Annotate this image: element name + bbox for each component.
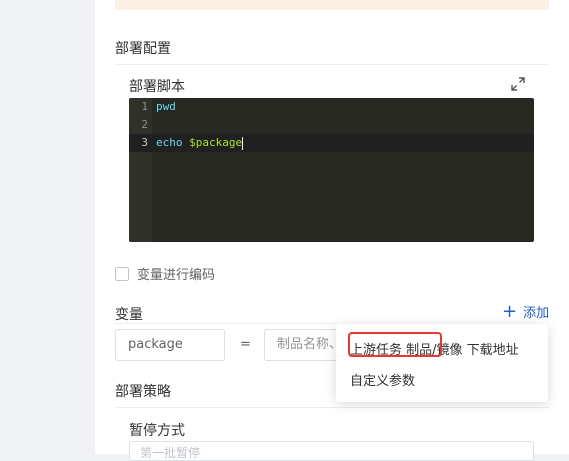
- add-variable-button[interactable]: + 添加: [502, 302, 549, 321]
- deploy-strategy-title: 部署策略: [115, 384, 171, 400]
- variable-name-input[interactable]: package: [115, 329, 225, 361]
- encode-variables-label: 变量进行编码: [137, 268, 216, 283]
- code-line-active[interactable]: 3 echo $package: [129, 134, 534, 152]
- pause-mode-value: 第一批暂停: [140, 446, 201, 460]
- dropdown-item-custom-param[interactable]: 自定义参数: [350, 370, 415, 389]
- text-cursor: [242, 136, 244, 150]
- add-label: 添加: [523, 306, 550, 321]
- equals-sign: =: [240, 337, 251, 352]
- section-divider: [115, 64, 549, 65]
- upstream-artifact-label: 上游任务 制品: [350, 343, 433, 358]
- variables-divider: [115, 323, 337, 324]
- deploy-config-title: 部署配置: [115, 41, 171, 57]
- variable-source-dropdown: 上游任务 制品/镜像 下载地址 自定义参数: [336, 324, 548, 402]
- variables-title: 变量: [115, 307, 143, 323]
- dropdown-item-upstream-artifact[interactable]: 上游任务 制品/镜像 下载地址: [350, 339, 519, 358]
- pause-mode-select[interactable]: 第一批暂停: [129, 441, 534, 461]
- line-number: 3: [141, 136, 148, 149]
- line-number: 1: [141, 100, 148, 113]
- image-download-label: /镜像 下载地址: [432, 343, 519, 358]
- code-line[interactable]: 2: [129, 116, 534, 134]
- checkbox-box[interactable]: [115, 266, 129, 281]
- warning-banner: [115, 0, 549, 10]
- expand-icon[interactable]: [510, 76, 526, 92]
- line-number: 2: [141, 118, 148, 131]
- code-variable: $package: [189, 136, 243, 149]
- pause-mode-label: 暂停方式: [129, 423, 185, 439]
- code-keyword: pwd: [156, 100, 176, 113]
- deploy-script-label: 部署脚本: [129, 79, 185, 95]
- encode-variables-checkbox[interactable]: 变量进行编码: [115, 264, 215, 283]
- plus-icon: +: [502, 300, 518, 322]
- script-editor[interactable]: 1 pwd 2 3 echo $package: [129, 98, 534, 242]
- code-keyword: echo: [156, 136, 190, 149]
- page-background-left: [0, 0, 95, 454]
- strategy-divider: [115, 407, 549, 408]
- code-line[interactable]: 1 pwd: [129, 98, 534, 116]
